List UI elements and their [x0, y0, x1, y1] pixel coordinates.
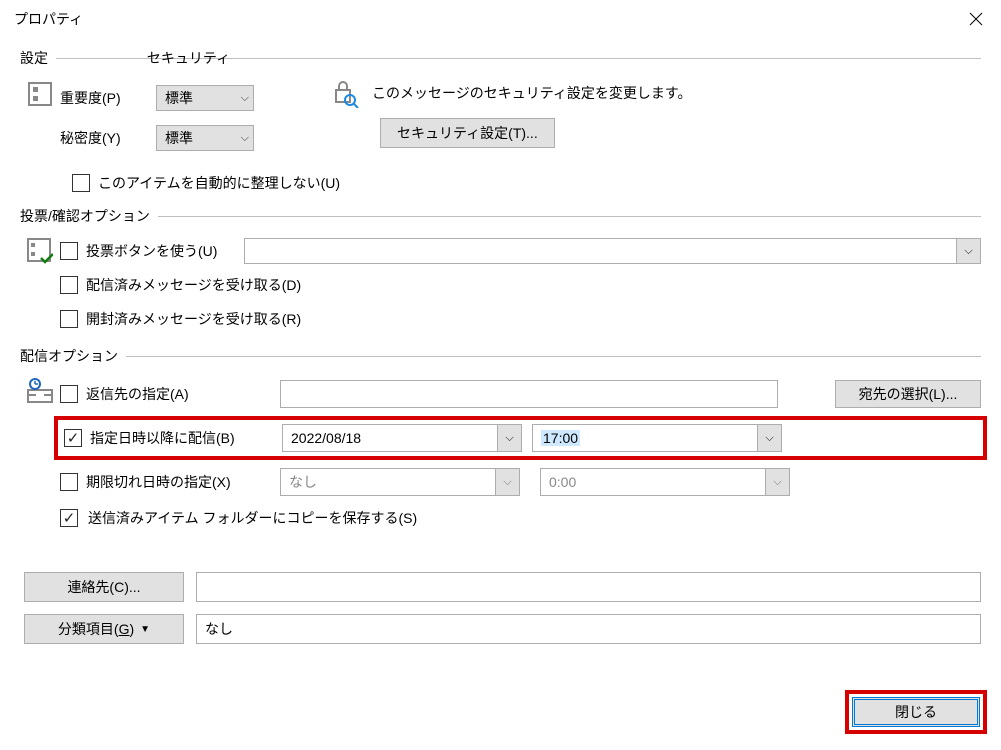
- chevron-down-icon: ⌵: [495, 469, 519, 495]
- voting-legend: 投票/確認オプション: [20, 206, 150, 226]
- save-sent-label: 送信済みアイテム フォルダーにコピーを保存する(S): [88, 508, 417, 528]
- use-voting-checkbox[interactable]: [60, 242, 78, 260]
- divider: [238, 58, 981, 59]
- window-close-button[interactable]: [955, 3, 997, 35]
- delivery-receipt-checkbox[interactable]: [60, 276, 78, 294]
- lock-search-icon: [330, 78, 360, 108]
- delivery-section: 配信オプション 返信先の指定(A): [20, 346, 981, 540]
- delay-time-value: 17:00: [541, 430, 580, 446]
- voting-buttons-combo[interactable]: ⌵: [244, 238, 981, 264]
- properties-icon: [28, 82, 52, 106]
- titlebar: プロパティ: [0, 0, 1001, 38]
- sensitivity-label: 秘密度(Y): [60, 128, 150, 148]
- delay-time-combo[interactable]: 17:00 ⌵: [532, 424, 782, 452]
- close-icon: [969, 12, 983, 26]
- reply-to-input[interactable]: [280, 380, 778, 408]
- importance-select[interactable]: 標準 ⌵: [156, 85, 254, 111]
- expire-date-combo: なし ⌵: [280, 468, 520, 496]
- expire-checkbox[interactable]: [60, 473, 78, 491]
- chevron-down-icon: ⌵: [241, 92, 249, 105]
- settings-section: 設定 セキュリティ 重要度(P) 標準 ⌵: [20, 48, 981, 202]
- chevron-down-icon[interactable]: ⌵: [757, 425, 781, 451]
- chevron-down-icon[interactable]: ⌵: [956, 239, 980, 263]
- chevron-down-icon[interactable]: ⌵: [497, 425, 521, 451]
- delivery-legend: 配信オプション: [20, 346, 118, 366]
- security-legend: セキュリティ: [147, 48, 230, 68]
- chevron-down-icon: ⌵: [765, 469, 789, 495]
- sensitivity-select[interactable]: 標準 ⌵: [156, 125, 254, 151]
- importance-label: 重要度(P): [60, 88, 150, 108]
- sensitivity-value: 標準: [165, 128, 193, 148]
- settings-legend: 設定: [20, 48, 48, 68]
- select-recipients-button[interactable]: 宛先の選択(L)...: [835, 380, 981, 408]
- delay-delivery-highlight: 指定日時以降に配信(B) 2022/08/18 ⌵ 17:00 ⌵: [54, 416, 987, 460]
- auto-archive-checkbox[interactable]: [72, 174, 90, 192]
- voting-section: 投票/確認オプション 投票ボタンを使う(U) ⌵: [20, 206, 981, 342]
- save-sent-checkbox[interactable]: [60, 509, 78, 527]
- auto-archive-label: このアイテムを自動的に整理しない(U): [98, 173, 340, 193]
- chevron-down-icon: ⌵: [241, 132, 249, 145]
- categories-button-prefix: 分類項目(: [58, 621, 119, 637]
- clock-tray-icon: [27, 378, 53, 404]
- read-receipt-checkbox[interactable]: [60, 310, 78, 328]
- expire-time-value: 0:00: [541, 469, 765, 495]
- close-button-highlight: 閉じる: [845, 690, 987, 734]
- delay-delivery-checkbox[interactable]: [64, 429, 82, 447]
- triangle-down-icon: ▼: [140, 624, 150, 635]
- security-settings-button[interactable]: セキュリティ設定(T)...: [380, 118, 555, 148]
- contacts-button[interactable]: 連絡先(C)...: [24, 572, 184, 602]
- categories-button-suffix: ): [129, 621, 134, 637]
- close-button[interactable]: 閉じる: [852, 697, 980, 727]
- expire-time-combo: 0:00 ⌵: [540, 468, 790, 496]
- voting-buttons-value: [245, 239, 956, 263]
- reply-to-label: 返信先の指定(A): [86, 384, 189, 404]
- categories-value: なし: [205, 619, 233, 639]
- divider: [126, 356, 981, 357]
- contacts-input[interactable]: [196, 572, 981, 602]
- delay-date-combo[interactable]: 2022/08/18 ⌵: [282, 424, 522, 452]
- delay-delivery-label: 指定日時以降に配信(B): [90, 428, 235, 448]
- categories-button[interactable]: 分類項目(G) ▼: [24, 614, 184, 644]
- delivery-receipt-label: 配信済みメッセージを受け取る(D): [86, 275, 301, 295]
- expire-label: 期限切れ日時の指定(X): [86, 472, 231, 492]
- expire-date-value: なし: [281, 469, 495, 495]
- window-title: プロパティ: [14, 9, 83, 29]
- divider: [158, 216, 981, 217]
- voting-icon: [27, 238, 53, 264]
- security-description: このメッセージのセキュリティ設定を変更します。: [372, 83, 691, 103]
- importance-value: 標準: [165, 88, 193, 108]
- reply-to-checkbox[interactable]: [60, 385, 78, 403]
- read-receipt-label: 開封済みメッセージを受け取る(R): [86, 309, 301, 329]
- categories-hotkey: G: [119, 621, 130, 637]
- categories-input[interactable]: なし: [196, 614, 981, 644]
- use-voting-label: 投票ボタンを使う(U): [86, 241, 236, 261]
- delay-date-value: 2022/08/18: [283, 425, 497, 451]
